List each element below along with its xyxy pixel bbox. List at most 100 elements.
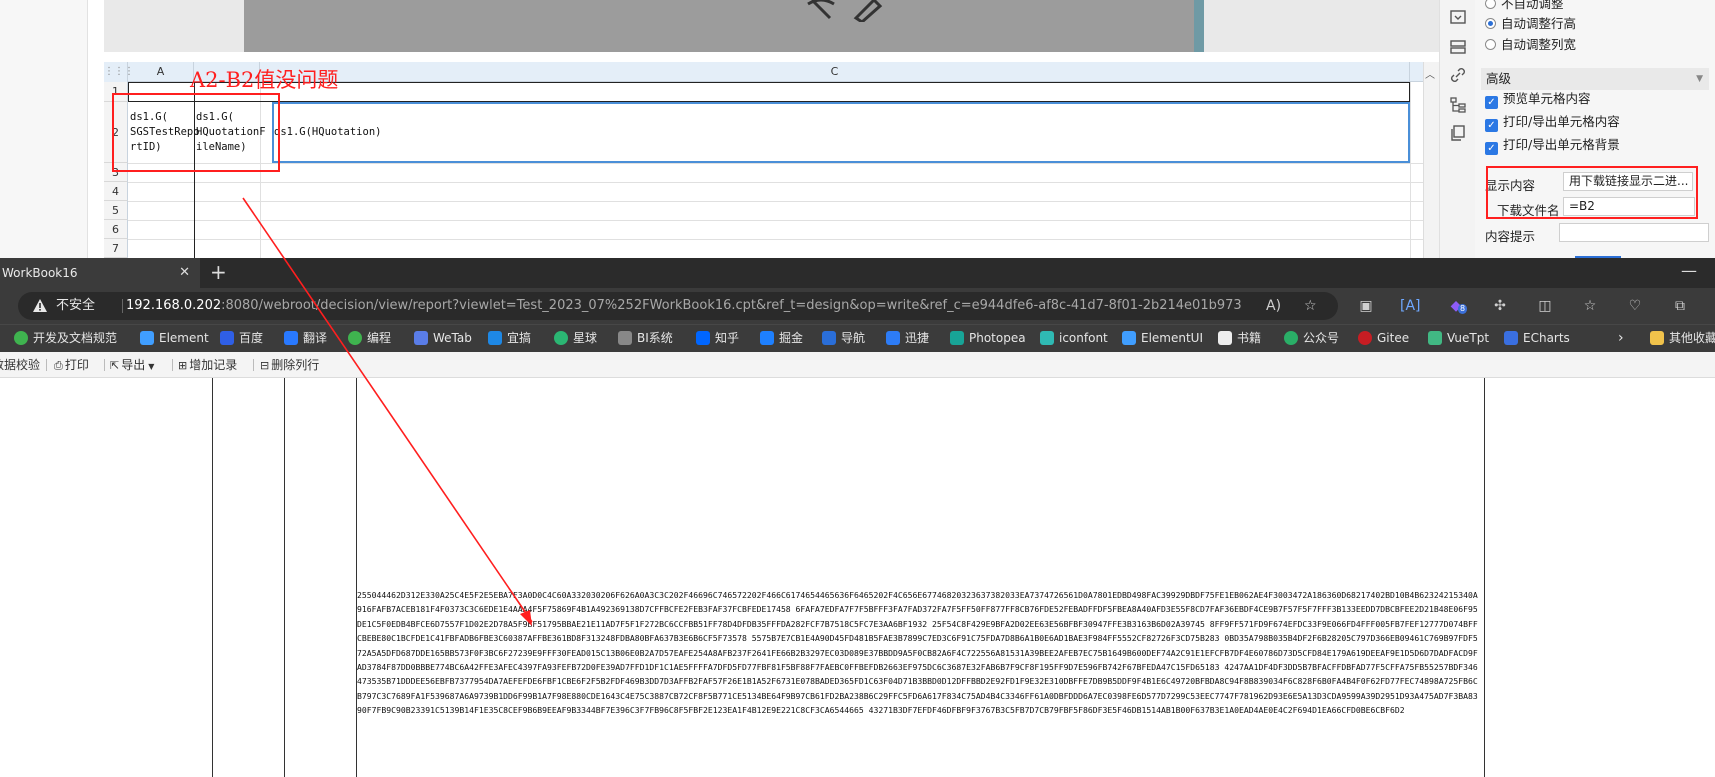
new-tab-icon[interactable]: + (210, 258, 227, 286)
bookmark-label: iconfont (1059, 331, 1108, 345)
iconfont-icon (1040, 331, 1054, 345)
advanced-section-header[interactable]: 高级 ▼ (1481, 68, 1709, 90)
bookmark-label: 书籍 (1237, 331, 1262, 345)
not-secure-label[interactable]: 不安全 (56, 292, 95, 320)
column-header-c[interactable]: C (260, 62, 1410, 82)
bookmarks-bar: 开发及文档规范 Element 百度 翻译 编程 WeTab 宜搞 星球 BI系… (0, 324, 1715, 352)
add-row-icon: ⊞ (178, 359, 188, 372)
tooltip-label: 内容提示 (1485, 229, 1536, 244)
radio-auto-column-width[interactable]: 自动调整列宽 (1485, 35, 1576, 55)
row-header-5[interactable]: 5 (104, 201, 128, 220)
advanced-label: 高级 (1486, 71, 1512, 86)
checkmark-icon: ✓ (1485, 119, 1498, 132)
grid-corner[interactable]: ⋮⋮⋮ (104, 62, 134, 82)
copy-icon[interactable] (1449, 124, 1467, 142)
bookmark-label: Element (159, 331, 209, 345)
cell-element-icon[interactable] (1449, 8, 1467, 26)
delete-row-button[interactable]: ⊟ 删除列行 (260, 352, 319, 379)
bookmark-label: 公众号 (1303, 331, 1340, 345)
bookmark-item[interactable]: Gitee (1358, 325, 1409, 352)
pencil-icon[interactable] (850, 0, 884, 22)
chevron-up-icon[interactable]: ︿ (1425, 66, 1435, 81)
print-label: 打印 (64, 358, 89, 372)
column-header-a[interactable]: A (128, 62, 194, 82)
other-bookmarks[interactable]: 其他收藏 (1650, 325, 1715, 352)
bookmark-item[interactable]: 开发及文档规范 (14, 325, 117, 352)
add-record-button[interactable]: ⊞ 增加记录 (178, 352, 237, 379)
checkbox-print-background[interactable]: ✓ 打印/导出单元格背景 (1485, 135, 1620, 155)
checkbox-print-content[interactable]: ✓ 打印/导出单元格内容 (1485, 112, 1620, 132)
url-path: :8080/webroot/decision/view/report?viewl… (221, 298, 1242, 313)
url-host: 192.168.0.202 (126, 298, 222, 313)
bookmark-item[interactable]: 翻译 (284, 325, 327, 352)
favorite-star-icon[interactable]: ☆ (1304, 298, 1317, 314)
translate-extension-icon[interactable]: [A] (1400, 296, 1421, 316)
read-aloud-icon[interactable]: A) (1266, 298, 1281, 314)
print-button[interactable]: ⎙ 打印 (54, 352, 89, 379)
bookmark-item[interactable]: 百度 (220, 325, 263, 352)
bookmark-item[interactable]: 公众号 (1284, 325, 1339, 352)
collections-icon[interactable]: ⧉ (1670, 296, 1690, 316)
radio-label: 不自动调整 (1501, 0, 1564, 11)
chevron-right-icon[interactable]: › (1618, 325, 1624, 352)
url-text[interactable]: 192.168.0.202:8080/webroot/decision/view… (126, 292, 1242, 320)
radio-auto-row-height[interactable]: 自动调整行高 (1485, 14, 1576, 34)
toolbar-divider (104, 359, 105, 371)
bookmark-item[interactable]: 星球 (554, 325, 597, 352)
bookmark-label: 翻译 (303, 331, 328, 345)
bookmark-item[interactable]: WeTab (414, 325, 472, 352)
spreadsheet-grid[interactable]: ⋮⋮⋮ A C 1 2 3 4 5 6 7 ds1.G( SGSTestRepo… (104, 62, 1439, 258)
bookmark-item[interactable]: VueTpt (1428, 325, 1489, 352)
bookmark-item[interactable]: ElementUI (1122, 325, 1203, 352)
bookmark-item[interactable]: 掘金 (760, 325, 803, 352)
browser-tab[interactable]: WorkBook16 ✕ (0, 258, 200, 288)
cell-attribute-icon[interactable] (1449, 38, 1467, 56)
sheet-vertical-scrollbar[interactable]: ︿ (1423, 62, 1439, 258)
export-button[interactable]: ⇱ 导出 ▼ (110, 352, 154, 380)
badge-extension-icon[interactable]: ◆ 8 (1446, 296, 1468, 316)
extension-icon[interactable]: ▣ (1356, 296, 1376, 316)
element-ui-icon (1122, 331, 1136, 345)
bookmark-item[interactable]: BI系统 (618, 325, 673, 352)
vue-icon (1428, 331, 1442, 345)
puzzle-icon[interactable]: ✣ (1490, 296, 1510, 316)
report-designer: ⋮⋮⋮ A C 1 2 3 4 5 6 7 ds1.G( SGSTestRepo… (0, 0, 1715, 258)
row-header-7[interactable]: 7 (104, 239, 128, 258)
bookmark-label: 知乎 (715, 331, 740, 345)
planet-icon (554, 331, 568, 345)
favorites-icon[interactable]: ☆ (1580, 296, 1600, 316)
export-label: 导出 (121, 358, 146, 372)
row-header-4[interactable]: 4 (104, 182, 128, 201)
tooltip-field[interactable] (1559, 223, 1709, 242)
bookmark-item[interactable]: 知乎 (696, 325, 739, 352)
close-icon[interactable]: ✕ (179, 258, 190, 288)
bookmark-item[interactable]: iconfont (1040, 325, 1108, 352)
bookmark-item[interactable]: 导航 (822, 325, 865, 352)
translate-icon (284, 331, 298, 345)
bookmark-item[interactable]: 宜搞 (488, 325, 531, 352)
data-validate-button[interactable]: 数据校验 (0, 352, 40, 378)
minimize-icon[interactable]: — (1681, 258, 1697, 284)
heart-icon[interactable]: ♡ (1625, 296, 1645, 316)
warning-icon[interactable] (32, 298, 48, 314)
url-divider (122, 299, 123, 313)
split-screen-icon[interactable]: ◫ (1535, 296, 1555, 316)
juejin-icon (760, 331, 774, 345)
hyperlink-icon[interactable] (1449, 66, 1467, 84)
bookmark-item[interactable]: Element (140, 325, 209, 352)
bookmark-item[interactable]: Photopea (950, 325, 1026, 352)
document-icon (618, 331, 632, 345)
table-border (1484, 378, 1485, 777)
bookmark-item[interactable]: 迅捷 (886, 325, 929, 352)
grid-line (128, 182, 1423, 183)
browser-window: WorkBook16 ✕ + — 不安全 192.168.0.202:8080/… (0, 258, 1715, 777)
bookmark-item[interactable]: 书籍 (1218, 325, 1261, 352)
row-header-6[interactable]: 6 (104, 220, 128, 239)
radio-not-auto-adjust[interactable]: 不自动调整 (1485, 0, 1564, 14)
address-bar[interactable]: 不安全 192.168.0.202:8080/webroot/decision/… (18, 292, 1338, 320)
checkbox-preview-content[interactable]: ✓ 预览单元格内容 (1485, 89, 1591, 109)
tree-icon[interactable] (1449, 96, 1467, 114)
hide-eye-icon[interactable] (804, 0, 838, 22)
bookmark-item[interactable]: 编程 (348, 325, 391, 352)
bookmark-item[interactable]: ECharts (1504, 325, 1570, 352)
